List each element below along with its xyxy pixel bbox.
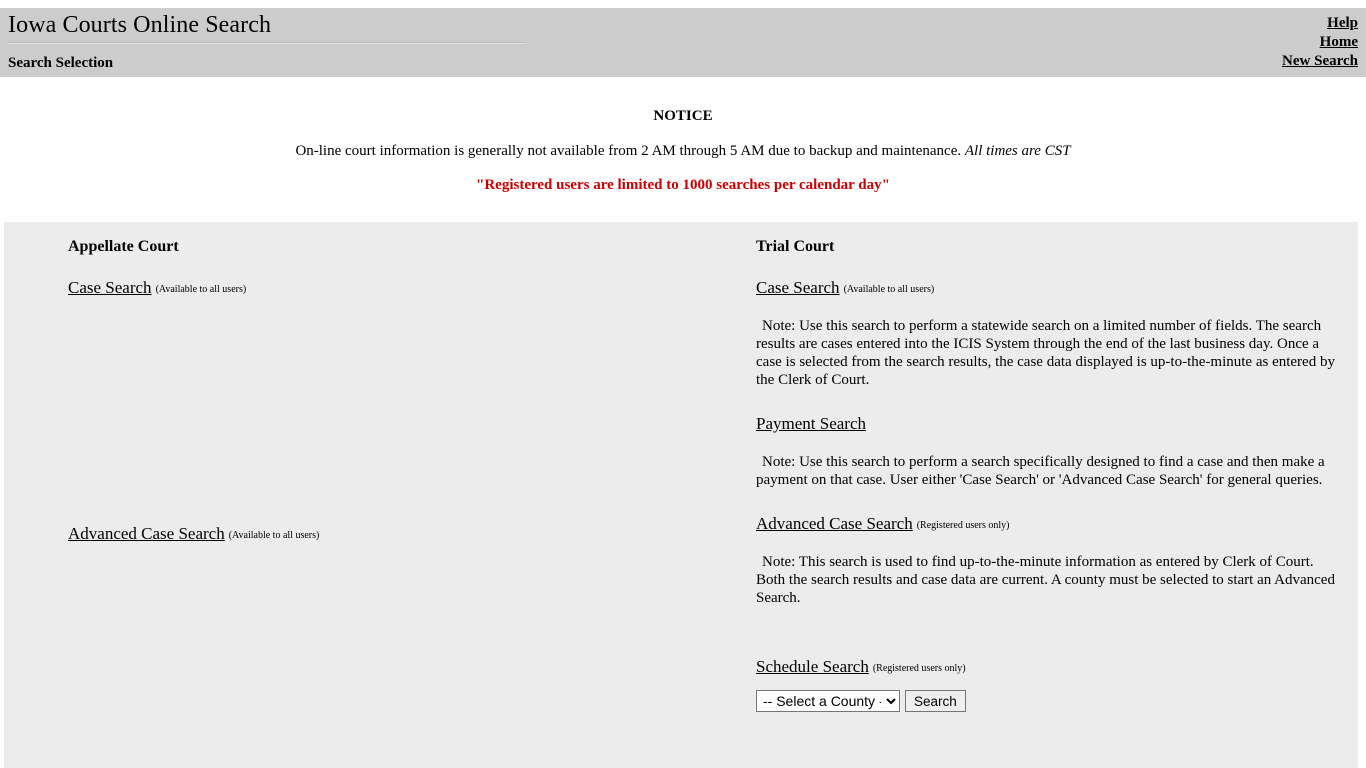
trial-payment-search-link[interactable]: Payment Search xyxy=(756,414,866,433)
home-link[interactable]: Home xyxy=(1282,33,1358,52)
notice-text-main: On-line court information is generally n… xyxy=(295,143,962,159)
trial-payment-search-qualifier xyxy=(866,420,870,431)
trial-advanced-case-search-row: Advanced Case Search (Registered users on… xyxy=(756,489,1346,536)
county-select[interactable]: -- Select a County -- xyxy=(756,690,900,712)
schedule-search-form: -- Select a County -- Search xyxy=(756,679,1346,712)
trial-advanced-case-search-link[interactable]: Advanced Case Search xyxy=(756,514,913,533)
notice-text: On-line court information is generally n… xyxy=(0,126,1366,161)
appellate-court-column: Appellate Court Case Search (Available to… xyxy=(68,222,688,546)
appellate-advanced-case-search-qualifier: (Available to all users) xyxy=(228,530,320,541)
section-label: Search Selection xyxy=(8,55,114,71)
help-link[interactable]: Help xyxy=(1282,14,1358,33)
trial-schedule-search-link[interactable]: Schedule Search xyxy=(756,657,869,676)
appellate-case-search-qualifier: (Available to all users) xyxy=(155,284,247,295)
site-title: Iowa Courts Online Search xyxy=(8,12,272,38)
new-search-link[interactable]: New Search xyxy=(1282,52,1358,71)
schedule-search-button[interactable]: Search xyxy=(905,690,966,712)
header-nav: Help Home New Search xyxy=(1282,14,1358,71)
appellate-case-search-link[interactable]: Case Search xyxy=(68,278,152,297)
notice-heading: NOTICE xyxy=(653,108,713,124)
notice-text-cst: All times are CST xyxy=(964,143,1071,159)
notice-warning: "Registered users are limited to 1000 se… xyxy=(476,177,890,193)
trial-payment-search-note: Note: Use this search to perform a searc… xyxy=(756,454,1325,488)
trial-court-heading: Trial Court xyxy=(756,238,835,255)
trial-schedule-search-qualifier: (Registered users only) xyxy=(872,663,966,674)
appellate-advanced-case-search-row: Advanced Case Search (Available to all us… xyxy=(68,300,688,546)
appellate-court-heading: Appellate Court xyxy=(68,238,179,255)
search-selection-panel: Appellate Court Case Search (Available to… xyxy=(4,222,1358,768)
trial-case-search-row: Case Search (Available to all users) xyxy=(756,257,1346,300)
notice-block: NOTICE On-line court information is gene… xyxy=(0,77,1366,222)
page-header: Iowa Courts Online Search Search Selecti… xyxy=(0,8,1366,77)
appellate-case-search-row: Case Search (Available to all users) xyxy=(68,257,688,300)
trial-case-search-link[interactable]: Case Search xyxy=(756,278,840,297)
trial-case-search-note: Note: Use this search to perform a state… xyxy=(756,318,1335,388)
trial-advanced-case-search-note: Note: This search is used to find up-to-… xyxy=(756,554,1335,606)
trial-case-search-qualifier: (Available to all users) xyxy=(843,284,935,295)
trial-payment-search-row: Payment Search xyxy=(756,389,1346,436)
header-divider xyxy=(8,42,525,44)
appellate-advanced-case-search-link[interactable]: Advanced Case Search xyxy=(68,524,225,543)
trial-schedule-search-row: Schedule Search (Registered users only) xyxy=(756,607,1346,679)
trial-advanced-case-search-qualifier: (Registered users only) xyxy=(916,520,1010,531)
trial-court-column: Trial Court Case Search (Available to all… xyxy=(756,222,1346,712)
